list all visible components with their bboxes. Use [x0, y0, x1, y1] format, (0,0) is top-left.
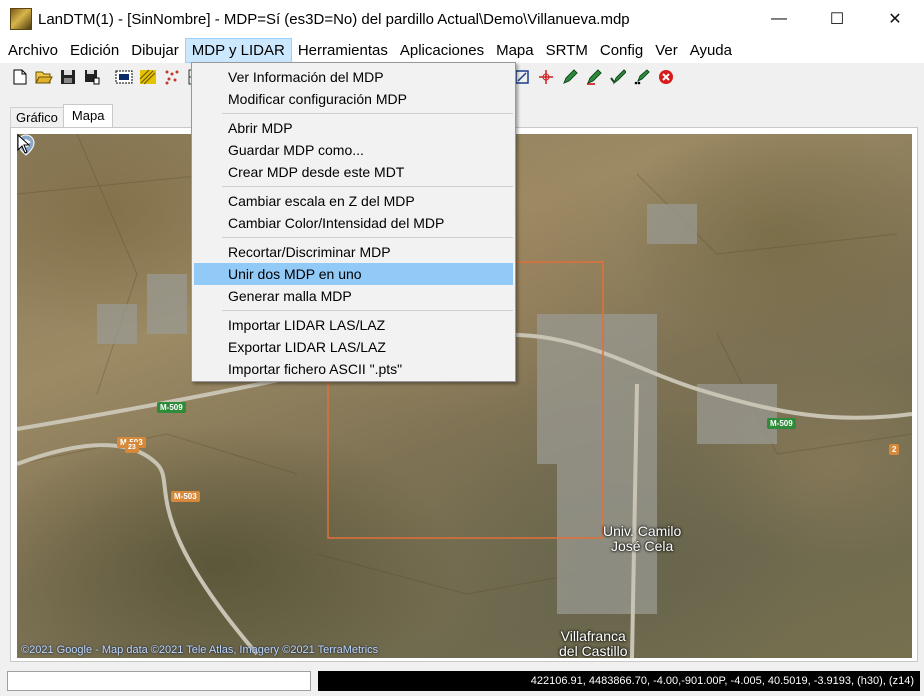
menu-mdp-lidar[interactable]: MDP y LIDAR [184, 38, 292, 63]
menuitem-ver-informacion[interactable]: Ver Información del MDP [194, 66, 513, 88]
target-icon[interactable] [535, 66, 557, 88]
maximize-button[interactable]: ☐ [808, 0, 866, 38]
menuitem-crear-mdp[interactable]: Crear MDP desde este MDT [194, 161, 513, 183]
menuitem-importar-ascii[interactable]: Importar fichero ASCII ".pts" [194, 358, 513, 380]
title-bar: LanDTM(1) - [SinNombre] - MDP=Sí (es3D=N… [0, 0, 924, 38]
close-button[interactable]: ✕ [866, 0, 924, 38]
menuitem-importar-lidar[interactable]: Importar LIDAR LAS/LAZ [194, 314, 513, 336]
points-icon[interactable] [161, 66, 183, 88]
save-icon[interactable] [57, 66, 79, 88]
menu-separator [222, 310, 513, 311]
menu-dibujar[interactable]: Dibujar [125, 38, 185, 63]
menu-separator [222, 186, 513, 187]
open-folder-icon[interactable] [33, 66, 55, 88]
tab-grafico[interactable]: Gráfico [10, 107, 64, 128]
menu-bar: Archivo Edición Dibujar MDP y LIDAR Herr… [0, 38, 924, 63]
map-copyright: ©2021 Google - Map data ©2021 Tele Atlas… [21, 644, 379, 656]
menu-archivo[interactable]: Archivo [2, 38, 64, 63]
pencil-icon[interactable] [559, 66, 581, 88]
menu-config[interactable]: Config [594, 38, 649, 63]
menuitem-exportar-lidar[interactable]: Exportar LIDAR LAS/LAZ [194, 336, 513, 358]
menu-separator [222, 237, 513, 238]
frame-icon[interactable] [113, 66, 135, 88]
pencil-dots-icon[interactable] [631, 66, 653, 88]
stop-icon[interactable] [655, 66, 677, 88]
new-file-icon[interactable] [9, 66, 31, 88]
status-field [7, 671, 311, 691]
menuitem-unir-mdp[interactable]: Unir dos MDP en uno [194, 263, 513, 285]
menuitem-modificar-config[interactable]: Modificar configuración MDP [194, 88, 513, 110]
road-label-m509-right: M-509 [767, 418, 796, 429]
mouse-cursor-icon [17, 134, 31, 154]
menu-ver[interactable]: Ver [649, 38, 684, 63]
tab-mapa[interactable]: Mapa [62, 104, 114, 128]
window-title: LanDTM(1) - [SinNombre] - MDP=Sí (es3D=N… [38, 10, 630, 28]
pencil-edit-icon[interactable] [583, 66, 605, 88]
minimize-button[interactable]: — [750, 0, 808, 38]
menu-ayuda[interactable]: Ayuda [684, 38, 738, 63]
status-bar: 422106.91, 4483866.70, -4.00,-901.00P, -… [0, 667, 924, 696]
road-label-m509-left: M-509 [157, 402, 186, 413]
view-tabs: Gráfico Mapa [10, 104, 114, 128]
menu-aplicaciones[interactable]: Aplicaciones [394, 38, 490, 63]
coordinates-readout: 422106.91, 4483866.70, -4.00,-901.00P, -… [318, 671, 920, 691]
menuitem-cambiar-color[interactable]: Cambiar Color/Intensidad del MDP [194, 212, 513, 234]
mdp-lidar-dropdown: Ver Información del MDP Modificar config… [191, 62, 516, 382]
menuitem-abrir-mdp[interactable]: Abrir MDP [194, 117, 513, 139]
place-label-univ: Univ. Camilo José Cela [603, 523, 682, 554]
menu-herramientas[interactable]: Herramientas [292, 38, 394, 63]
app-icon [10, 8, 32, 30]
menu-mapa[interactable]: Mapa [490, 38, 540, 63]
pencil-check-icon[interactable] [607, 66, 629, 88]
save-as-icon[interactable] [81, 66, 103, 88]
menu-edicion[interactable]: Edición [64, 38, 125, 63]
menuitem-recortar[interactable]: Recortar/Discriminar MDP [194, 241, 513, 263]
menuitem-cambiar-escala[interactable]: Cambiar escala en Z del MDP [194, 190, 513, 212]
menu-separator [222, 113, 513, 114]
window-controls: — ☐ ✕ [750, 0, 924, 38]
road-label-m503-bottom: M-503 [171, 491, 200, 502]
texture-icon[interactable] [137, 66, 159, 88]
menu-srtm[interactable]: SRTM [540, 38, 594, 63]
menuitem-guardar-mdp[interactable]: Guardar MDP como... [194, 139, 513, 161]
road-label-23: 23 [125, 442, 139, 453]
road-label-2: 2 [889, 444, 900, 455]
place-label-villafranca: Villafranca del Castillo [559, 628, 628, 659]
menuitem-generar-malla[interactable]: Generar malla MDP [194, 285, 513, 307]
